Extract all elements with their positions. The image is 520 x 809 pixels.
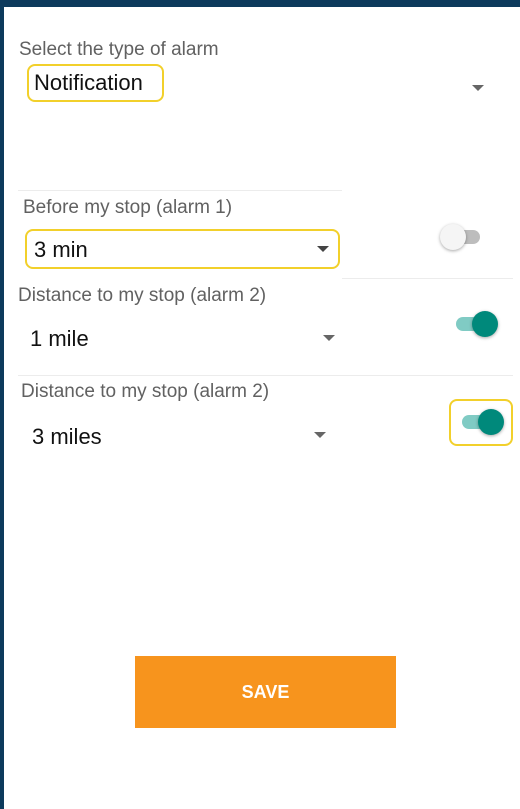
alarm-1-label: Before my stop (alarm 1) xyxy=(23,197,233,218)
alarm-3-toggle[interactable] xyxy=(458,408,504,436)
alarm-type-dropdown-icon[interactable] xyxy=(472,85,484,91)
save-button[interactable]: SAVE xyxy=(135,656,396,728)
toggle-thumb xyxy=(472,311,498,337)
alarm-1-dropdown-icon[interactable] xyxy=(317,246,329,252)
section-divider xyxy=(18,375,513,376)
alarm-3-value[interactable]: 3 miles xyxy=(32,424,102,450)
alarm-2-dropdown-icon[interactable] xyxy=(323,335,335,341)
alarm-2-toggle[interactable] xyxy=(452,310,498,338)
section-divider xyxy=(18,190,342,191)
alarm-2-value[interactable]: 1 mile xyxy=(30,326,89,352)
alarm-2-label: Distance to my stop (alarm 2) xyxy=(18,285,267,306)
section-divider xyxy=(342,278,513,279)
window-frame-top xyxy=(0,0,520,7)
window-frame-left xyxy=(0,0,4,809)
alarm-3-label: Distance to my stop (alarm 2) xyxy=(21,381,270,402)
alarm-type-label: Select the type of alarm xyxy=(19,39,219,60)
alarm-3-dropdown-icon[interactable] xyxy=(314,432,326,438)
toggle-thumb xyxy=(478,409,504,435)
alarm-type-value[interactable]: Notification xyxy=(34,70,143,96)
alarm-1-value[interactable]: 3 min xyxy=(34,237,88,263)
alarm-1-toggle[interactable] xyxy=(440,223,486,251)
toggle-thumb xyxy=(440,224,466,250)
